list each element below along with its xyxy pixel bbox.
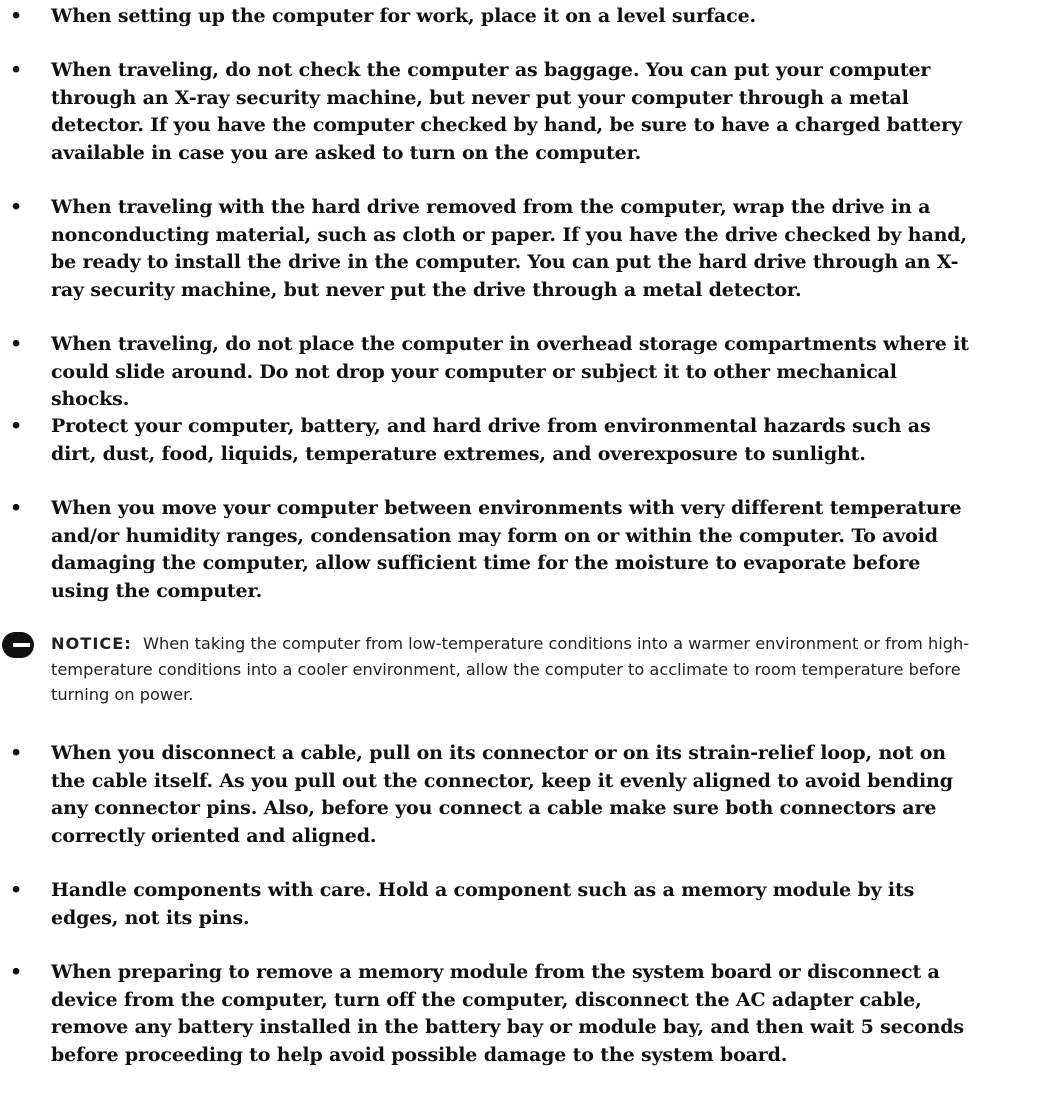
- bullet-icon: •: [10, 742, 22, 764]
- notice-text: When taking the computer from low-temper…: [51, 634, 970, 704]
- bullet-icon: •: [10, 333, 22, 355]
- list-item: • When setting up the computer for work,…: [0, 3, 975, 31]
- bullet-icon: •: [10, 497, 22, 519]
- notice-callout: NOTICE: When taking the computer from lo…: [0, 631, 1000, 708]
- bullet-icon: •: [10, 961, 22, 983]
- list-item: • When traveling, do not check the compu…: [0, 57, 975, 167]
- list-item: • When you move your computer between en…: [0, 495, 975, 605]
- bullet-icon: •: [10, 59, 22, 81]
- list-item-text: When you move your computer between envi…: [51, 497, 962, 602]
- bullet-icon: •: [10, 5, 22, 27]
- list-item: • When you disconnect a cable, pull on i…: [0, 740, 975, 850]
- list-item-text: When traveling with the hard drive remov…: [51, 196, 967, 301]
- list-item: • When preparing to remove a memory modu…: [0, 959, 975, 1069]
- bullet-icon: •: [10, 879, 22, 901]
- document-page: • When setting up the computer for work,…: [0, 0, 1039, 1097]
- list-item-text: When traveling, do not check the compute…: [51, 59, 962, 164]
- list-item: • Handle components with care. Hold a co…: [0, 877, 975, 932]
- bullet-icon: •: [10, 196, 22, 218]
- list-item: • Protect your computer, battery, and ha…: [0, 413, 975, 468]
- list-item-text: When setting up the computer for work, p…: [51, 5, 757, 27]
- list-item: • When traveling with the hard drive rem…: [0, 194, 975, 304]
- list-item-text: When preparing to remove a memory module…: [51, 961, 964, 1066]
- list-item-text: When you disconnect a cable, pull on its…: [51, 742, 953, 847]
- notice-label: NOTICE:: [51, 634, 132, 653]
- list-item-text: Handle components with care. Hold a comp…: [51, 879, 915, 929]
- list-item-text: When traveling, do not place the compute…: [51, 333, 969, 410]
- list-item-text: Protect your computer, battery, and hard…: [51, 415, 931, 465]
- notice-icon: [2, 632, 34, 658]
- bullet-icon: •: [10, 415, 22, 437]
- list-item: • When traveling, do not place the compu…: [0, 331, 975, 414]
